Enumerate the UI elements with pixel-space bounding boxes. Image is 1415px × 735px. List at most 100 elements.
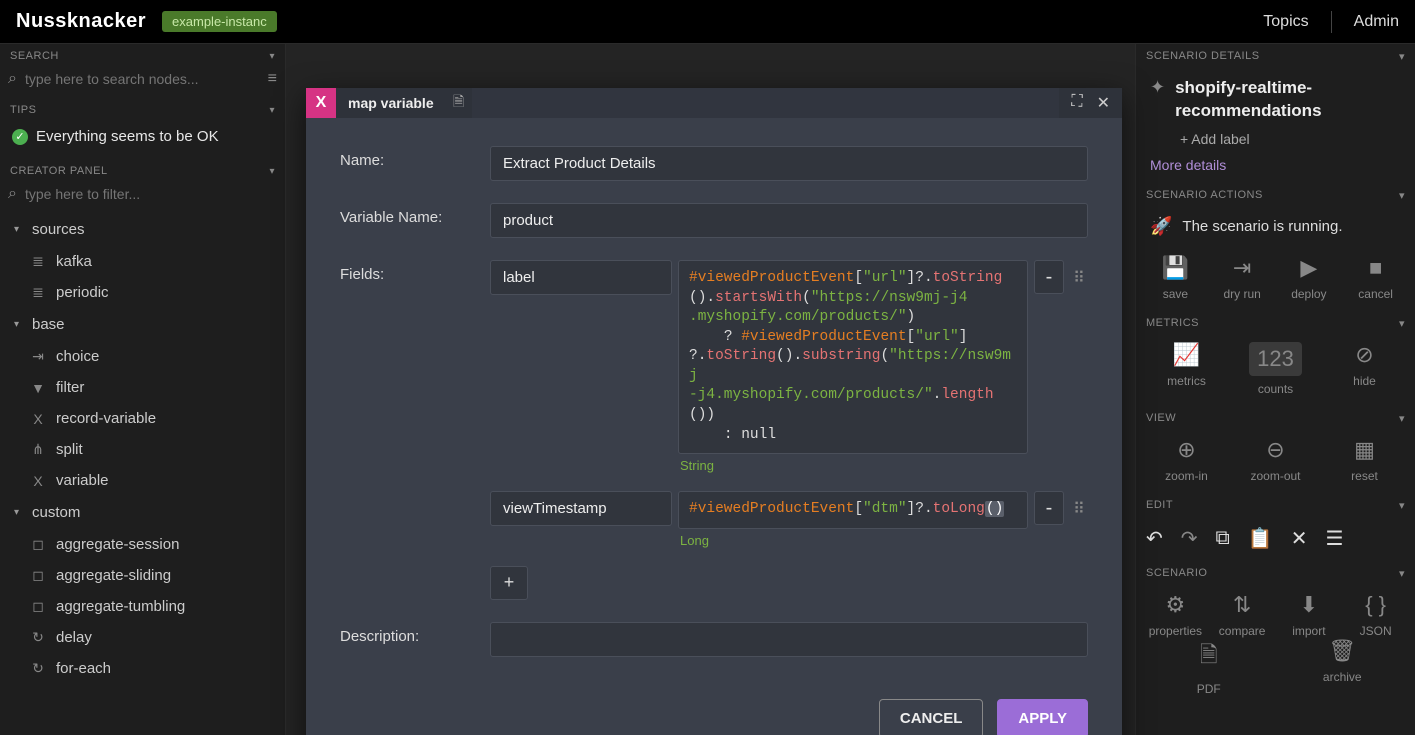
description-label: Description: [340, 622, 490, 645]
tree-leaf-split[interactable]: ⋔split [0, 434, 285, 465]
node-type-icon: ≣ [30, 284, 46, 301]
node-type-icon: ▼ [30, 380, 46, 396]
creator-header: CREATOR PANEL▾ [0, 159, 285, 181]
cancel-button[interactable]: ■cancel [1346, 255, 1406, 301]
tips-header: TIPS▾ [0, 98, 285, 120]
properties-button[interactable]: ⚙properties [1145, 592, 1205, 638]
node-type-icon: ◻ [30, 567, 46, 584]
scenario-section-header: SCENARIO▾ [1136, 561, 1415, 584]
search-header: SEARCH▾ [0, 44, 285, 66]
hide-button[interactable]: ⊘hide [1335, 342, 1395, 396]
node-type-icon: ≣ [30, 253, 46, 270]
fields-label: Fields: [340, 260, 490, 283]
compare-button[interactable]: ⇅compare [1212, 592, 1272, 638]
name-label: Name: [340, 146, 490, 169]
field-row: #viewedProductEvent["dtm"]?.toLong() Lon… [490, 491, 1088, 548]
description-input[interactable] [490, 622, 1088, 657]
tree-leaf-choice[interactable]: ⇥choice [0, 341, 285, 372]
drag-handle-icon[interactable]: ⠿ [1070, 491, 1088, 519]
zoomout-button[interactable]: ⊖zoom-out [1246, 437, 1306, 483]
reset-button[interactable]: ▦reset [1335, 437, 1395, 483]
topbar: Nussknacker example-instanc Topics Admin [0, 0, 1415, 44]
pdf-button[interactable]: 🗎PDF [1179, 638, 1239, 696]
node-type-icon: ⇥ [30, 348, 46, 365]
tree-leaf-kafka[interactable]: ≣kafka [0, 246, 285, 277]
tree-leaf-variable[interactable]: Xvariable [0, 465, 285, 496]
import-button[interactable]: ⬇import [1279, 592, 1339, 638]
field-type-label: String [680, 458, 1028, 473]
tree-leaf-delay[interactable]: ↻delay [0, 622, 285, 653]
metrics-button[interactable]: 📈metrics [1157, 342, 1217, 396]
modal-type-icon: X [306, 88, 336, 118]
field-key-input[interactable] [490, 260, 672, 295]
close-icon[interactable]: ✕ [1097, 93, 1110, 113]
json-button[interactable]: { }JSON [1346, 592, 1406, 638]
field-key-input[interactable] [490, 491, 672, 526]
creator-filter-input[interactable] [25, 186, 277, 202]
deploy-button[interactable]: ▶deploy [1279, 255, 1339, 301]
redo-icon[interactable]: ↷ [1181, 526, 1198, 551]
node-type-icon: ◻ [30, 598, 46, 615]
maximize-icon[interactable]: ⛶ [1071, 93, 1082, 113]
metrics-header: METRICS▾ [1136, 311, 1415, 334]
tree-group[interactable]: ▾base [0, 308, 285, 341]
varname-label: Variable Name: [340, 203, 490, 226]
tree-group[interactable]: ▾custom [0, 496, 285, 529]
tree-leaf-record-variable[interactable]: Xrecord-variable [0, 403, 285, 434]
status-text: The scenario is running. [1182, 218, 1342, 235]
archive-button[interactable]: 🗑archive [1312, 638, 1372, 696]
field-type-label: Long [680, 533, 1028, 548]
dryrun-button[interactable]: ⇥dry run [1212, 255, 1272, 301]
save-button[interactable]: 💾save [1145, 255, 1205, 301]
remove-field-button[interactable]: - [1034, 260, 1064, 294]
node-type-icon: ↻ [30, 629, 46, 646]
apply-button[interactable]: APPLY [997, 699, 1088, 735]
tree-leaf-filter[interactable]: ▼filter [0, 372, 285, 403]
more-details-link[interactable]: More details [1136, 155, 1415, 183]
counts-button[interactable]: 123counts [1246, 342, 1306, 396]
modal-title: map variable [336, 95, 446, 111]
paste-icon[interactable]: 📋 [1248, 526, 1273, 551]
scenario-name: shopify-realtime-recommendations [1175, 77, 1401, 123]
filter-icon: ⌕ [8, 185, 17, 203]
tree-group[interactable]: ▾sources [0, 213, 285, 246]
search-input[interactable] [25, 71, 260, 87]
copy-icon[interactable]: ⧉ [1216, 527, 1230, 550]
tree-leaf-for-each[interactable]: ↻for-each [0, 653, 285, 684]
layout-icon[interactable]: ☰ [1325, 526, 1343, 551]
rocket-icon: 🚀 [1150, 216, 1172, 237]
search-icon: ⌕ [8, 70, 17, 88]
name-input[interactable] [490, 146, 1088, 181]
topics-link[interactable]: Topics [1263, 13, 1308, 31]
drag-handle-icon[interactable]: ⠿ [1070, 260, 1088, 288]
ok-icon: ✓ [12, 129, 28, 145]
logo: Nussknacker [16, 10, 146, 33]
node-type-icon: ◻ [30, 536, 46, 553]
instance-chip[interactable]: example-instanc [162, 11, 277, 32]
undo-icon[interactable]: ↶ [1146, 526, 1163, 551]
node-type-icon: X [30, 411, 46, 427]
node-type-icon: ⋔ [30, 441, 46, 458]
tree-leaf-periodic[interactable]: ≣periodic [0, 277, 285, 308]
cancel-button[interactable]: CANCEL [879, 699, 984, 735]
remove-field-button[interactable]: - [1034, 491, 1064, 525]
varname-input[interactable] [490, 203, 1088, 238]
delete-icon[interactable]: ✕ [1291, 526, 1308, 551]
add-field-button[interactable]: + [490, 566, 528, 600]
scenario-icon: ✦ [1150, 77, 1165, 98]
field-expr-editor[interactable]: #viewedProductEvent["dtm"]?.toLong() [678, 491, 1028, 529]
admin-link[interactable]: Admin [1354, 13, 1399, 31]
docs-icon[interactable]: 🗎 [446, 91, 472, 115]
tree-leaf-aggregate-tumbling[interactable]: ◻aggregate-tumbling [0, 591, 285, 622]
view-header: VIEW▾ [1136, 406, 1415, 429]
tree-leaf-aggregate-session[interactable]: ◻aggregate-session [0, 529, 285, 560]
search-settings-icon[interactable]: ≡ [268, 70, 277, 88]
add-label-link[interactable]: + Add label [1136, 129, 1415, 155]
tree-leaf-aggregate-sliding[interactable]: ◻aggregate-sliding [0, 560, 285, 591]
zoomin-button[interactable]: ⊕zoom-in [1157, 437, 1217, 483]
left-panel: SEARCH▾ ⌕ ≡ TIPS▾ ✓ Everything seems to … [0, 44, 286, 735]
node-type-icon: X [30, 473, 46, 489]
right-panel: SCENARIO DETAILS▾ ✦ shopify-realtime-rec… [1135, 44, 1415, 735]
scenario-details-header: SCENARIO DETAILS▾ [1136, 44, 1415, 67]
field-expr-editor[interactable]: #viewedProductEvent["url"]?.toString().s… [678, 260, 1028, 454]
